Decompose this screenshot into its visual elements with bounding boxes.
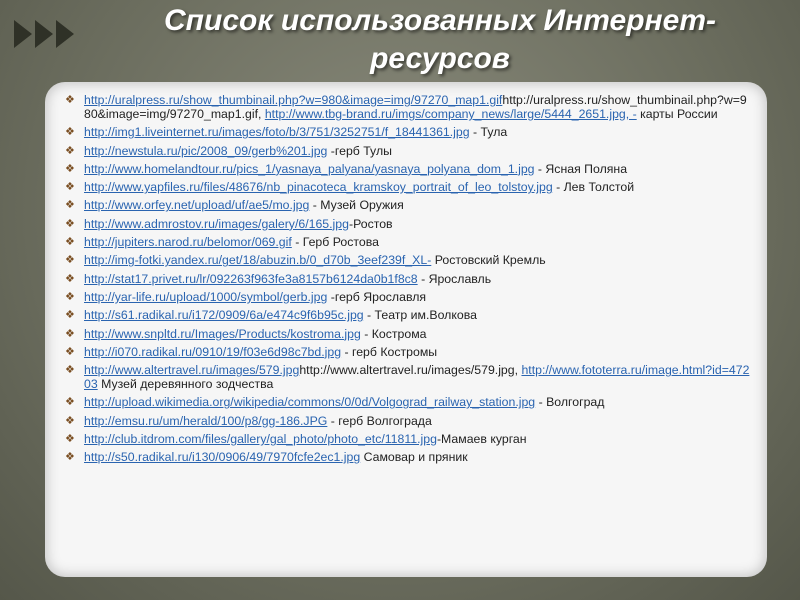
reference-item: ❖ http://yar-life.ru/upload/1000/symbol/g… [65,290,751,304]
reference-description: карты России [636,107,718,121]
reference-link[interactable]: http://club.itdrom.com/files/gallery/gal… [84,432,437,446]
reference-description: - Ясная Поляна [534,161,628,176]
reference-link[interactable]: http://www.snpltd.ru/Images/Products/kos… [84,327,361,341]
reference-item: ❖ http://img1.liveinternet.ru/images/foto… [65,125,751,139]
diamond-bullet-icon: ❖ [65,217,75,230]
nav-arrows [14,20,74,48]
diamond-bullet-icon: ❖ [65,236,75,249]
arrow-icon [14,20,32,48]
reference-description: - Ярославль [417,271,492,286]
reference-item: ❖ http://www.orfey.net/upload/uf/ae5/mo.j… [65,198,751,212]
diamond-bullet-icon: ❖ [65,451,75,464]
reference-link[interactable]: http://www.admrostov.ru/images/galery/6/… [84,217,349,231]
reference-link[interactable]: http://i070.radikal.ru/0910/19/f03e6d98c… [84,345,341,359]
reference-link[interactable]: http://jupiters.narod.ru/belomor/069.gif [84,235,292,249]
diamond-bullet-icon: ❖ [65,272,75,285]
slide-title: Список использованных Интернет-ресурсов [164,4,716,75]
reference-link[interactable]: http://www.yapfiles.ru/files/48676/nb_pi… [84,180,553,194]
reference-link[interactable]: http://s61.radikal.ru/i172/0909/6a/e474c… [84,308,364,322]
reference-description: - Герб Ростова [291,235,379,250]
diamond-bullet-icon: ❖ [65,345,75,358]
reference-description: - герб Костромы [341,344,438,359]
reference-description: Самовар и пряник [360,450,468,465]
reference-link[interactable]: http://uralpress.ru/show_thumbinail.php?… [84,93,502,107]
reference-item: ❖ http://s50.radikal.ru/i130/0906/49/7970… [65,450,751,464]
reference-item: ❖ http://www.homelandtour.ru/pics_1/yasna… [65,162,751,176]
diamond-bullet-icon: ❖ [65,414,75,427]
diamond-bullet-icon: ❖ [65,181,75,194]
reference-link[interactable]: http://emsu.ru/um/herald/100/p8/gg-186.J… [84,414,327,428]
reference-link[interactable]: http://www.homelandtour.ru/pics_1/yasnay… [84,162,535,176]
references-list: ❖ http://uralpress.ru/show_thumbinail.php… [65,93,751,464]
diamond-bullet-icon: ❖ [65,144,75,157]
reference-item: ❖ http://newstula.ru/pic/2008_09/gerb%201… [65,144,751,158]
arrow-icon [35,20,53,48]
diamond-bullet-icon: ❖ [65,199,75,212]
reference-link[interactable]: http://yar-life.ru/upload/1000/symbol/ge… [84,290,327,304]
reference-link[interactable]: http://newstula.ru/pic/2008_09/gerb%201.… [84,144,327,158]
reference-description: - Музей Оружия [309,198,404,213]
reference-link[interactable]: http://s50.radikal.ru/i130/0906/49/7970f… [84,450,360,464]
reference-item: ❖ http://www.snpltd.ru/Images/Products/ko… [65,327,751,341]
references-panel: ❖ http://uralpress.ru/show_thumbinail.php… [45,82,767,577]
diamond-bullet-icon: ❖ [65,254,75,267]
reference-item: ❖ http://www.admrostov.ru/images/galery/6… [65,217,751,231]
reference-description: Музей деревянного зодчества [97,377,274,392]
reference-item: ❖ http://club.itdrom.com/files/gallery/ga… [65,432,751,446]
reference-item: ❖ http://s61.radikal.ru/i172/0909/6a/e474… [65,308,751,322]
diamond-bullet-icon: ❖ [65,94,75,106]
reference-item: ❖ http://i070.radikal.ru/0910/19/f03e6d98… [65,345,751,359]
reference-description: -Ростов [348,216,393,231]
reference-item: ❖ http://img-fotki.yandex.ru/get/18/abuzi… [65,253,751,267]
diamond-bullet-icon: ❖ [65,162,75,175]
diamond-bullet-icon: ❖ [65,327,75,340]
reference-description: - Тула [469,125,508,140]
reference-description: -Мамаев курган [436,432,527,447]
reference-item: ❖ http://uralpress.ru/show_thumbinail.php… [65,93,751,121]
reference-link[interactable]: http://www.altertravel.ru/images/579.jpg [84,363,299,377]
diamond-bullet-icon: ❖ [65,126,75,139]
reference-link[interactable]: http://upload.wikimedia.org/wikipedia/co… [84,395,535,409]
reference-item: ❖ http://www.yapfiles.ru/files/48676/nb_p… [65,180,751,194]
reference-item: ❖ http://stat17.privet.ru/lr/092263f963fe… [65,272,751,286]
reference-link[interactable]: http://stat17.privet.ru/lr/092263f963fe3… [84,272,418,286]
diamond-bullet-icon: ❖ [65,290,75,303]
diamond-bullet-icon: ❖ [65,364,75,377]
reference-description: http://www.altertravel.ru/images/579.jpg… [299,363,519,378]
reference-item: ❖ http://upload.wikimedia.org/wikipedia/c… [65,395,751,409]
reference-description: - герб Волгограда [327,413,432,428]
reference-link[interactable]: http://www.tbg-brand.ru/imgs/company_new… [265,107,637,121]
reference-description: -герб Ярославля [327,289,427,304]
reference-description: - Кострома [360,326,427,341]
arrow-icon [56,20,74,48]
reference-item: ❖ http://jupiters.narod.ru/belomor/069.gi… [65,235,751,249]
reference-description: - Лев Толстой [552,180,635,195]
slide: Список использованных Интернет-ресурсов … [0,0,800,600]
diamond-bullet-icon: ❖ [65,309,75,322]
reference-description: Ростовский Кремль [431,253,546,268]
reference-link[interactable]: http://img1.liveinternet.ru/images/foto/… [84,125,470,139]
reference-item: ❖ http://emsu.ru/um/herald/100/p8/gg-186.… [65,414,751,428]
diamond-bullet-icon: ❖ [65,433,75,446]
reference-link[interactable]: http://img-fotki.yandex.ru/get/18/abuzin… [84,253,431,267]
reference-description: - Театр им.Волкова [363,308,477,323]
reference-description: - Волгоград [535,395,605,410]
reference-link[interactable]: http://www.orfey.net/upload/uf/ae5/mo.jp… [84,198,309,212]
reference-description: -герб Тулы [327,143,392,158]
diamond-bullet-icon: ❖ [65,396,75,409]
reference-item: ❖ http://www.altertravel.ru/images/579.jp… [65,363,751,391]
